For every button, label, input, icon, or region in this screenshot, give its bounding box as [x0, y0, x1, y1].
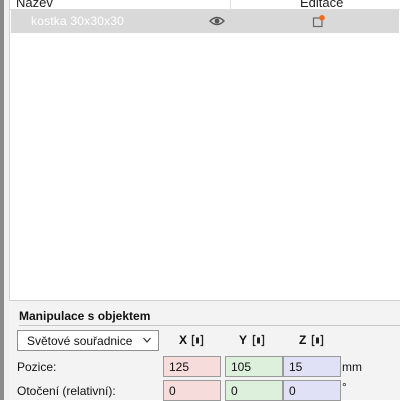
chevron-down-icon [143, 337, 151, 343]
position-unit: mm [342, 360, 362, 374]
axis-reset-x-icon[interactable] [191, 334, 204, 347]
column-header-name[interactable]: Název [16, 0, 53, 9]
column-separator[interactable] [230, 0, 231, 9]
position-x-input[interactable]: 125 [163, 356, 221, 377]
object-list-header: Název Editace [10, 0, 400, 10]
rotation-y-input[interactable]: 0 [225, 380, 283, 401]
section-divider [19, 325, 400, 326]
section-title: Manipulace s objektem [19, 309, 151, 323]
axis-label-z: Z [299, 333, 307, 347]
column-header-edit[interactable]: Editace [300, 0, 343, 9]
rotation-label: Otočení (relativní): [17, 384, 116, 398]
axis-label-y: Y [239, 333, 248, 347]
object-list-panel: Název Editace kostka 30x30x30 [9, 0, 400, 300]
coordinate-system-value: Světové souřadnice [27, 334, 133, 348]
axis-label-x: X [179, 333, 188, 347]
position-label: Pozice: [17, 360, 57, 374]
object-name[interactable]: kostka 30x30x30 [31, 14, 124, 28]
position-z-input[interactable]: 15 [283, 356, 341, 377]
axis-reset-z-icon[interactable] [311, 334, 324, 347]
object-manipulation-panel: Manipulace s objektem Světové souřadnice… [9, 301, 400, 401]
coordinate-system-dropdown[interactable]: Světové souřadnice [17, 330, 159, 351]
rotation-x-input[interactable]: 0 [163, 380, 221, 401]
rotation-unit: ° [342, 380, 347, 394]
rotation-z-input[interactable]: 0 [283, 380, 341, 401]
axis-reset-y-icon[interactable] [252, 334, 265, 347]
position-y-input[interactable]: 105 [225, 356, 283, 377]
edit-settings-icon[interactable] [312, 14, 326, 28]
object-list-row[interactable]: kostka 30x30x30 [11, 10, 399, 33]
eye-icon[interactable] [209, 15, 225, 27]
